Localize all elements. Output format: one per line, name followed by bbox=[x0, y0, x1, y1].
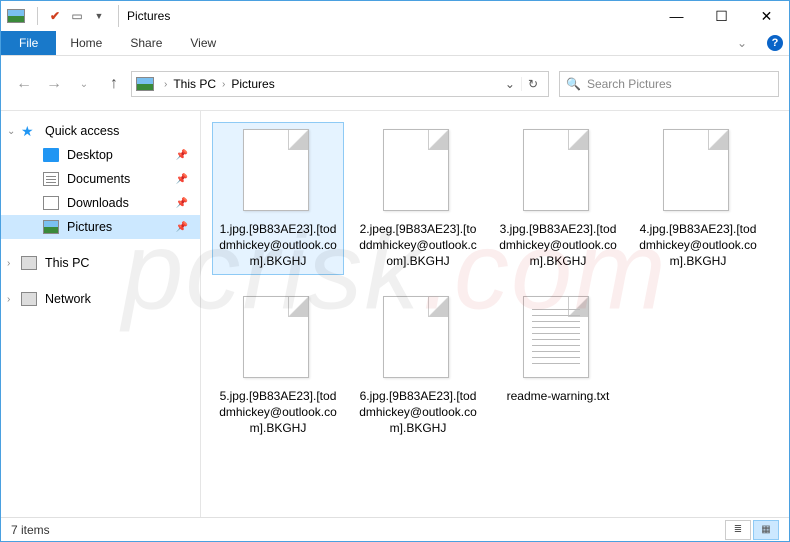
sidebar-label: Documents bbox=[67, 172, 130, 186]
sidebar-item-pictures[interactable]: Pictures 📌 bbox=[1, 215, 200, 239]
file-item[interactable]: 2.jpeg.[9B83AE23].[toddmhickey@outlook.c… bbox=[353, 123, 483, 274]
file-item[interactable]: 6.jpg.[9B83AE23].[toddmhickey@outlook.co… bbox=[353, 290, 483, 441]
pin-icon: 📌 bbox=[176, 150, 188, 161]
ribbon: File Home Share View ⌄ ? bbox=[1, 31, 789, 56]
sidebar-item-documents[interactable]: Documents 📌 bbox=[1, 167, 200, 191]
sidebar-network[interactable]: › Network bbox=[1, 287, 200, 311]
unknown-file-icon bbox=[523, 129, 593, 215]
file-name: readme-warning.txt bbox=[503, 388, 614, 408]
file-item[interactable]: 3.jpg.[9B83AE23].[toddmhickey@outlook.co… bbox=[493, 123, 623, 274]
chevron-right-icon[interactable]: › bbox=[158, 79, 173, 90]
downloads-icon bbox=[43, 196, 59, 210]
location-icon bbox=[136, 77, 154, 91]
sidebar-this-pc[interactable]: › This PC bbox=[1, 251, 200, 275]
file-item[interactable]: readme-warning.txt bbox=[493, 290, 623, 441]
desktop-icon bbox=[43, 148, 59, 162]
search-icon: 🔍 bbox=[566, 77, 581, 91]
separator bbox=[118, 5, 119, 27]
refresh-button[interactable]: ↻ bbox=[521, 77, 544, 91]
breadcrumb-segment[interactable]: This PC bbox=[173, 77, 216, 91]
address-history-button[interactable]: ⌄ bbox=[499, 77, 521, 91]
back-button[interactable]: ← bbox=[11, 71, 37, 97]
navigation-pane: ⌄ ★ Quick access Desktop 📌 Documents 📌 D… bbox=[1, 111, 201, 517]
separator bbox=[37, 7, 38, 25]
tab-share[interactable]: Share bbox=[116, 31, 176, 55]
expand-caret-icon[interactable]: ⌄ bbox=[7, 126, 15, 137]
qat-properties-icon[interactable]: ✔ bbox=[44, 5, 66, 27]
qat-customize-icon[interactable]: ▼ bbox=[88, 5, 110, 27]
status-bar: 7 items ≣ ▦ bbox=[1, 517, 789, 541]
file-name: 1.jpg.[9B83AE23].[toddmhickey@outlook.co… bbox=[213, 221, 343, 274]
unknown-file-icon bbox=[383, 129, 453, 215]
qat-newfolder-icon[interactable]: ▭ bbox=[66, 5, 88, 27]
window-title: Pictures bbox=[127, 9, 170, 23]
file-tab[interactable]: File bbox=[1, 31, 56, 55]
file-name: 5.jpg.[9B83AE23].[toddmhickey@outlook.co… bbox=[213, 388, 343, 441]
sidebar-label: Pictures bbox=[67, 220, 112, 234]
pc-icon bbox=[21, 256, 37, 270]
minimize-button[interactable]: — bbox=[654, 1, 699, 31]
explorer-window: ✔ ▭ ▼ Pictures — ☐ ✕ File Home Share Vie… bbox=[0, 0, 790, 542]
expand-caret-icon[interactable]: › bbox=[7, 294, 10, 305]
sidebar-label: Network bbox=[45, 292, 91, 306]
titlebar: ✔ ▭ ▼ Pictures — ☐ ✕ bbox=[1, 1, 789, 31]
body: ⌄ ★ Quick access Desktop 📌 Documents 📌 D… bbox=[1, 110, 789, 517]
sidebar-label: Desktop bbox=[67, 148, 113, 162]
text-file-icon bbox=[523, 296, 593, 382]
sidebar-label: This PC bbox=[45, 256, 89, 270]
file-item[interactable]: 4.jpg.[9B83AE23].[toddmhickey@outlook.co… bbox=[633, 123, 763, 274]
star-icon: ★ bbox=[21, 124, 37, 138]
ribbon-expand-icon[interactable]: ⌄ bbox=[723, 31, 761, 55]
pin-icon: 📌 bbox=[176, 198, 188, 209]
file-name: 6.jpg.[9B83AE23].[toddmhickey@outlook.co… bbox=[353, 388, 483, 441]
forward-button[interactable]: → bbox=[41, 71, 67, 97]
file-item[interactable]: 5.jpg.[9B83AE23].[toddmhickey@outlook.co… bbox=[213, 290, 343, 441]
app-icon bbox=[7, 9, 25, 23]
item-count: 7 items bbox=[11, 523, 50, 537]
tab-home[interactable]: Home bbox=[56, 31, 116, 55]
unknown-file-icon bbox=[243, 296, 313, 382]
file-name: 3.jpg.[9B83AE23].[toddmhickey@outlook.co… bbox=[493, 221, 623, 274]
large-icons-view-button[interactable]: ▦ bbox=[753, 520, 779, 540]
sidebar-label: Downloads bbox=[67, 196, 129, 210]
sidebar-quick-access[interactable]: ⌄ ★ Quick access bbox=[1, 119, 200, 143]
documents-icon bbox=[43, 172, 59, 186]
pin-icon: 📌 bbox=[176, 222, 188, 233]
network-icon bbox=[21, 292, 37, 306]
file-item[interactable]: 1.jpg.[9B83AE23].[toddmhickey@outlook.co… bbox=[213, 123, 343, 274]
unknown-file-icon bbox=[663, 129, 733, 215]
file-name: 4.jpg.[9B83AE23].[toddmhickey@outlook.co… bbox=[633, 221, 763, 274]
tab-view[interactable]: View bbox=[176, 31, 230, 55]
address-bar[interactable]: › This PC › Pictures ⌄ ↻ bbox=[131, 71, 549, 97]
close-button[interactable]: ✕ bbox=[744, 1, 789, 31]
unknown-file-icon bbox=[383, 296, 453, 382]
search-placeholder: Search Pictures bbox=[587, 77, 672, 91]
pin-icon: 📌 bbox=[176, 174, 188, 185]
file-grid: 1.jpg.[9B83AE23].[toddmhickey@outlook.co… bbox=[213, 123, 777, 440]
details-view-button[interactable]: ≣ bbox=[725, 520, 751, 540]
breadcrumb-segment[interactable]: Pictures bbox=[231, 77, 274, 91]
expand-caret-icon[interactable]: › bbox=[7, 258, 10, 269]
help-button[interactable]: ? bbox=[761, 31, 789, 55]
sidebar-label: Quick access bbox=[45, 124, 119, 138]
unknown-file-icon bbox=[243, 129, 313, 215]
chevron-right-icon[interactable]: › bbox=[216, 79, 231, 90]
sidebar-item-downloads[interactable]: Downloads 📌 bbox=[1, 191, 200, 215]
file-name: 2.jpeg.[9B83AE23].[toddmhickey@outlook.c… bbox=[353, 221, 483, 274]
navigation-row: ← → ⌄ ↑ › This PC › Pictures ⌄ ↻ 🔍 Searc… bbox=[1, 66, 789, 102]
maximize-button[interactable]: ☐ bbox=[699, 1, 744, 31]
pictures-icon bbox=[43, 220, 59, 234]
search-input[interactable]: 🔍 Search Pictures bbox=[559, 71, 779, 97]
up-button[interactable]: ↑ bbox=[101, 71, 127, 97]
help-icon: ? bbox=[767, 35, 783, 51]
recent-locations-button[interactable]: ⌄ bbox=[71, 71, 97, 97]
file-view[interactable]: 1.jpg.[9B83AE23].[toddmhickey@outlook.co… bbox=[201, 111, 789, 517]
sidebar-item-desktop[interactable]: Desktop 📌 bbox=[1, 143, 200, 167]
